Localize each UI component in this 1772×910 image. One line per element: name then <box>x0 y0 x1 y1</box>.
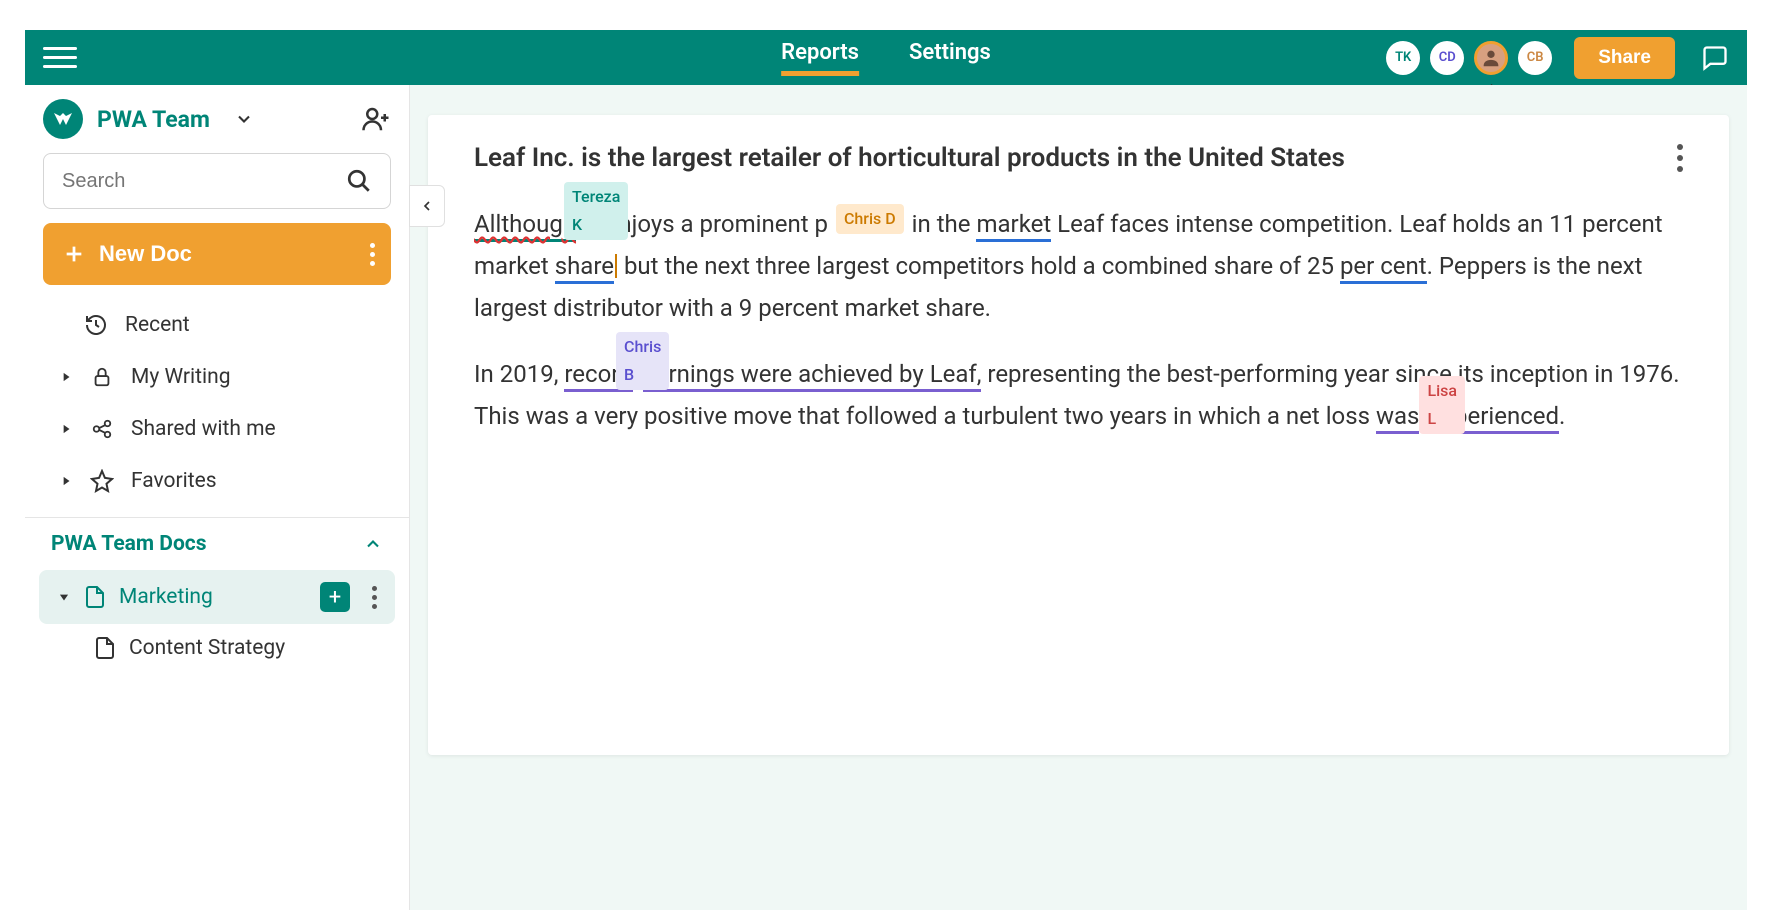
document-icon <box>83 585 107 609</box>
document-title[interactable]: Leaf Inc. is the largest retailer of hor… <box>474 143 1657 173</box>
lock-icon <box>89 366 115 388</box>
chevron-right-icon <box>59 422 73 436</box>
sidebar: PWA Team New Doc <box>25 85 410 910</box>
word-percent: per cent <box>1340 252 1427 284</box>
search-input[interactable] <box>43 153 391 209</box>
star-icon <box>89 469 115 493</box>
word-market: market <box>976 210 1051 242</box>
section-team-docs[interactable]: PWA Team Docs <box>25 517 409 570</box>
search-field[interactable] <box>62 170 346 193</box>
word-share: share <box>555 252 614 284</box>
document-body[interactable]: Tereza K Allthough it enjoys a prominent… <box>474 203 1683 437</box>
nav-label: Shared with me <box>131 417 276 441</box>
collapse-sidebar-button[interactable] <box>409 185 445 227</box>
share-icon <box>89 418 115 440</box>
new-doc-button[interactable]: New Doc <box>43 223 391 285</box>
nav-label: Recent <box>125 313 190 337</box>
new-doc-label: New Doc <box>99 241 192 267</box>
cursor-label-lisa: Lisa L <box>1419 376 1465 434</box>
folder-label: Content Strategy <box>129 636 377 660</box>
cursor-label-chrisd: Chris D <box>836 204 904 234</box>
document: Leaf Inc. is the largest retailer of hor… <box>428 115 1729 755</box>
new-doc-menu-icon[interactable] <box>370 243 375 266</box>
nav-favorites[interactable]: Favorites <box>25 455 409 507</box>
share-button[interactable]: Share <box>1574 37 1675 79</box>
nav-recent[interactable]: Recent <box>25 299 409 351</box>
document-icon <box>93 636 117 660</box>
folder-marketing[interactable]: Marketing + <box>39 570 395 624</box>
chevron-right-icon <box>59 474 73 488</box>
search-icon <box>346 168 372 194</box>
menu-icon[interactable] <box>43 41 77 75</box>
folder-label: Marketing <box>119 585 308 609</box>
word-earnings: earnings were achieved by Leaf, <box>643 360 982 392</box>
word-was: was <box>1376 402 1419 434</box>
top-bar: Reports Settings TK CD Lisa L CB Share <box>25 30 1747 85</box>
team-logo-icon <box>43 99 83 139</box>
nav-shared[interactable]: Shared with me <box>25 403 409 455</box>
avatar-cb[interactable]: CB <box>1518 41 1552 75</box>
nav-label: My Writing <box>131 365 230 389</box>
folder-menu-icon[interactable] <box>372 586 377 609</box>
chevron-down-icon <box>57 590 71 604</box>
avatar-cd[interactable]: CD <box>1430 41 1464 75</box>
chevron-up-icon <box>363 534 383 554</box>
comment-icon[interactable] <box>1701 44 1729 72</box>
history-icon <box>83 313 109 337</box>
avatar-lisa[interactable]: Lisa L <box>1474 41 1508 75</box>
team-name: PWA Team <box>97 106 210 133</box>
word-allthough: Allthough <box>474 210 576 242</box>
cursor-label-chrisb: Chris B <box>616 332 669 390</box>
nav-label: Favorites <box>131 469 217 493</box>
tab-reports[interactable]: Reports <box>781 40 859 76</box>
cursor-label-tereza: Tereza K <box>564 182 628 240</box>
document-menu-icon[interactable] <box>1677 144 1683 172</box>
folder-content-strategy[interactable]: Content Strategy <box>39 624 395 672</box>
team-selector[interactable]: PWA Team <box>25 85 409 153</box>
document-area: Leaf Inc. is the largest retailer of hor… <box>410 85 1747 910</box>
add-folder-button[interactable]: + <box>320 582 350 612</box>
chevron-right-icon <box>59 370 73 384</box>
avatar-tk[interactable]: TK <box>1386 41 1420 75</box>
add-person-icon[interactable] <box>361 104 391 134</box>
section-label: PWA Team Docs <box>51 532 207 556</box>
nav-my-writing[interactable]: My Writing <box>25 351 409 403</box>
chevron-down-icon <box>234 109 254 129</box>
tab-settings[interactable]: Settings <box>909 40 991 76</box>
